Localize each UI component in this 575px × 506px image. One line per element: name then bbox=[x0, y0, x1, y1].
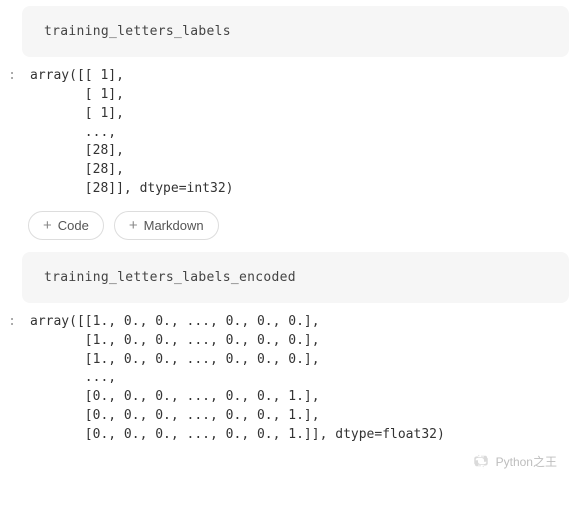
output-text-1: array([[ 1], [ 1], [ 1], ..., [28], [28]… bbox=[20, 67, 234, 199]
python-icon bbox=[472, 452, 490, 470]
plus-icon: + bbox=[43, 217, 52, 234]
output-prompt: : bbox=[0, 67, 20, 83]
watermark: Python之王 bbox=[472, 452, 557, 470]
code-cell-input-2[interactable]: training_letters_labels_encoded bbox=[22, 252, 569, 303]
output-block-1: : array([[ 1], [ 1], [ 1], ..., [28], [2… bbox=[0, 67, 575, 199]
add-code-label: Code bbox=[58, 218, 89, 233]
code-text: training_letters_labels bbox=[44, 24, 231, 39]
output-text-2: array([[1., 0., 0., ..., 0., 0., 0.], [1… bbox=[20, 313, 445, 445]
add-markdown-label: Markdown bbox=[144, 218, 204, 233]
add-markdown-button[interactable]: + Markdown bbox=[114, 211, 219, 240]
output-block-2: : array([[1., 0., 0., ..., 0., 0., 0.], … bbox=[0, 313, 575, 445]
watermark-text: Python之王 bbox=[496, 453, 557, 470]
cell-insert-toolbar: + Code + Markdown bbox=[28, 211, 575, 240]
plus-icon: + bbox=[129, 217, 138, 234]
code-cell-input-1[interactable]: training_letters_labels bbox=[22, 6, 569, 57]
code-text: training_letters_labels_encoded bbox=[44, 270, 296, 285]
output-prompt: : bbox=[0, 313, 20, 329]
add-code-button[interactable]: + Code bbox=[28, 211, 104, 240]
